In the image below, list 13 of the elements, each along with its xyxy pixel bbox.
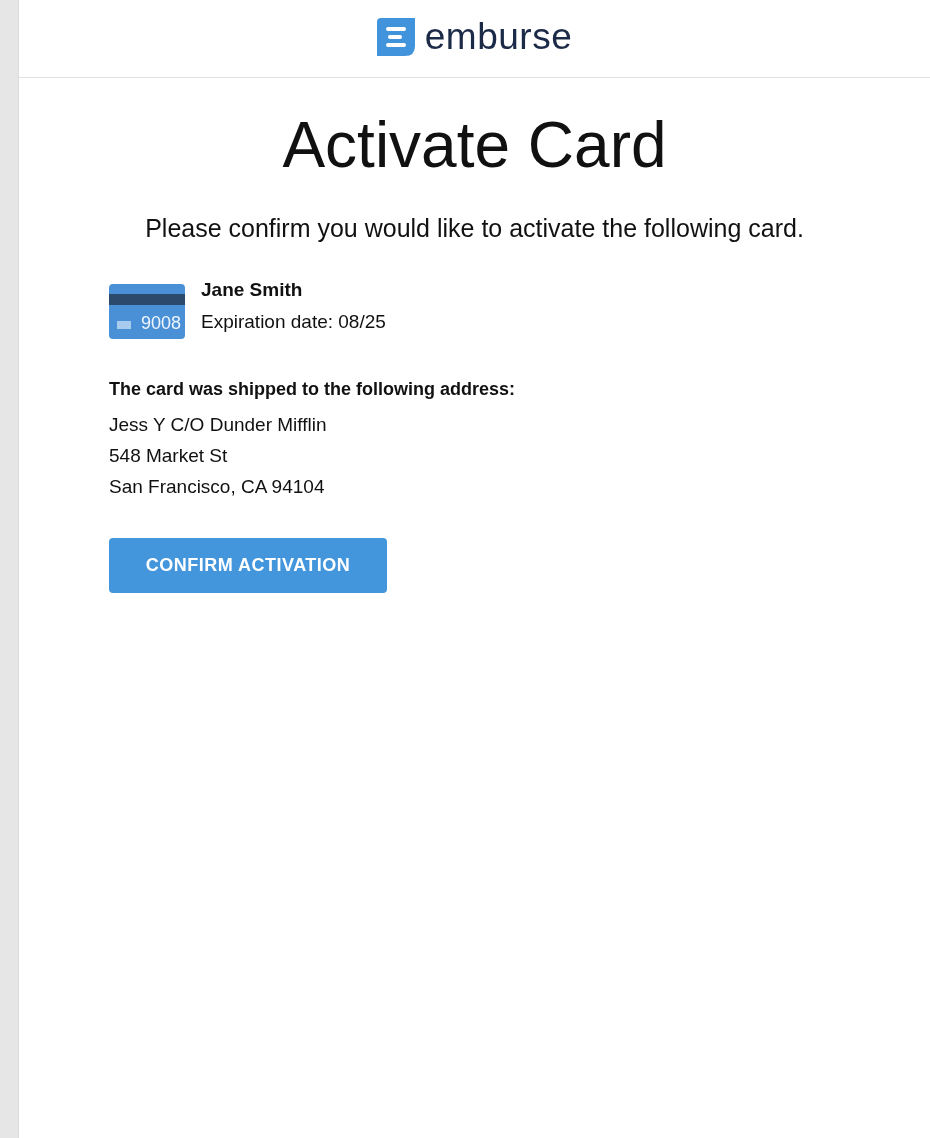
intro-text: Please confirm you would like to activate the following card.: [144, 214, 805, 243]
expiration-date: Expiration date: 08/25: [201, 311, 386, 333]
address-line: 548 Market St: [109, 445, 229, 467]
address-line: Jess Y C/O Dunder Mifflin: [109, 414, 328, 436]
chip-icon: [117, 321, 131, 329]
card-number: 9008: [140, 313, 181, 334]
shipping-heading: The card was shipped to the following address:: [109, 379, 517, 400]
confirm-activation-button[interactable]: CONFIRM ACTIVATION: [109, 538, 387, 593]
cardholder-name: Jane Smith: [201, 279, 304, 301]
brand-name: emburse: [424, 15, 573, 58]
address-line: San Francisco, CA 94104: [109, 476, 326, 498]
logo-icon: [376, 17, 415, 56]
page-title: Activate Card: [281, 108, 668, 182]
